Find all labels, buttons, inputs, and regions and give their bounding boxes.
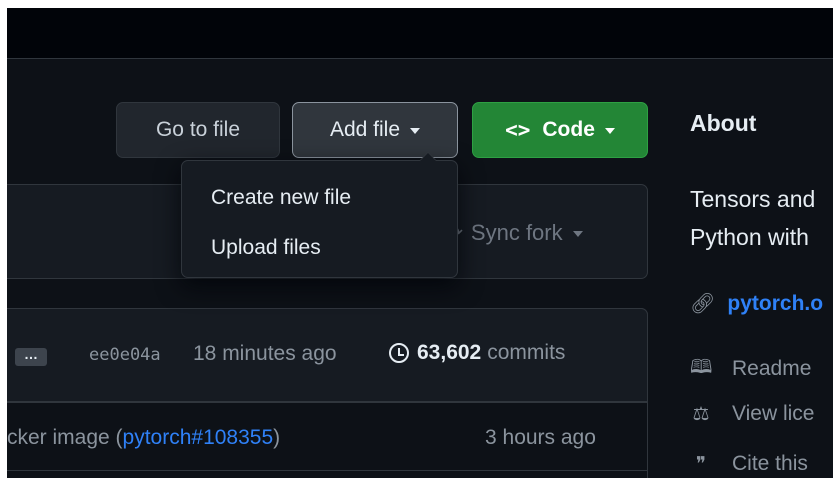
add-file-button[interactable]: Add file [292, 102, 458, 158]
github-repo-view: Go to file Add file <> Code ⟳ Sync fork … [7, 8, 833, 478]
about-description-line: Tensors and [690, 186, 816, 212]
commit-time[interactable]: 18 minutes ago [193, 342, 337, 366]
about-description-line: Python with [690, 224, 809, 250]
chevron-down-icon [410, 128, 421, 134]
menu-item-upload-files[interactable]: Upload files [211, 236, 321, 260]
book-icon: 🕮 [690, 357, 713, 378]
go-to-file-label: Go to file [155, 118, 241, 141]
pull-request-link[interactable]: pytorch#108355 [123, 426, 274, 449]
row-divider [7, 402, 648, 403]
add-file-label: Add file [329, 118, 401, 141]
chevron-down-icon [572, 231, 583, 237]
license-label: View lice [732, 402, 815, 425]
commit-message-expand-button[interactable]: … [15, 347, 47, 366]
sync-fork-button[interactable]: ⟳ Sync fork [447, 220, 583, 246]
about-description: Tensors and Python with [690, 180, 815, 256]
code-icon: <> [505, 118, 531, 142]
commits-history-link[interactable]: 63,602 commits [389, 341, 565, 365]
license-link[interactable]: ⚖ View lice [690, 402, 814, 426]
commit-count-label: commits [487, 341, 566, 364]
link-icon: 🔗︎ [690, 293, 716, 315]
readme-label: Readme [732, 357, 812, 380]
row-divider [7, 470, 648, 471]
cite-link[interactable]: ❞ Cite this [690, 452, 808, 476]
cite-label: Cite this [732, 452, 808, 475]
homepage-link-label: pytorch.o [727, 291, 824, 315]
add-file-dropdown-menu: Create new file Upload files [181, 152, 458, 278]
commit-count: 63,602 [417, 341, 482, 364]
menu-item-create-new-file[interactable]: Create new file [211, 186, 351, 210]
commit-sha-link[interactable]: ee0e04a [89, 345, 161, 365]
history-icon [389, 343, 409, 363]
quote-icon: ❞ [695, 453, 707, 475]
readme-link[interactable]: 🕮 Readme [690, 353, 811, 385]
commit-message-prefix: cker image ( [7, 426, 123, 449]
code-label: Code [542, 118, 595, 141]
about-heading: About [690, 110, 757, 136]
file-row-commit-message: cker image (pytorch#108355) [7, 426, 280, 450]
file-row-time: 3 hours ago [485, 426, 596, 449]
code-button[interactable]: <> Code [472, 102, 648, 158]
top-bar [7, 8, 833, 59]
law-icon: ⚖ [692, 403, 710, 425]
sync-fork-label: Sync fork [470, 220, 563, 245]
commit-message-suffix: ) [273, 426, 281, 449]
go-to-file-button[interactable]: Go to file [116, 102, 280, 158]
homepage-link[interactable]: 🔗︎ pytorch.o [690, 291, 823, 316]
chevron-down-icon [604, 128, 615, 134]
